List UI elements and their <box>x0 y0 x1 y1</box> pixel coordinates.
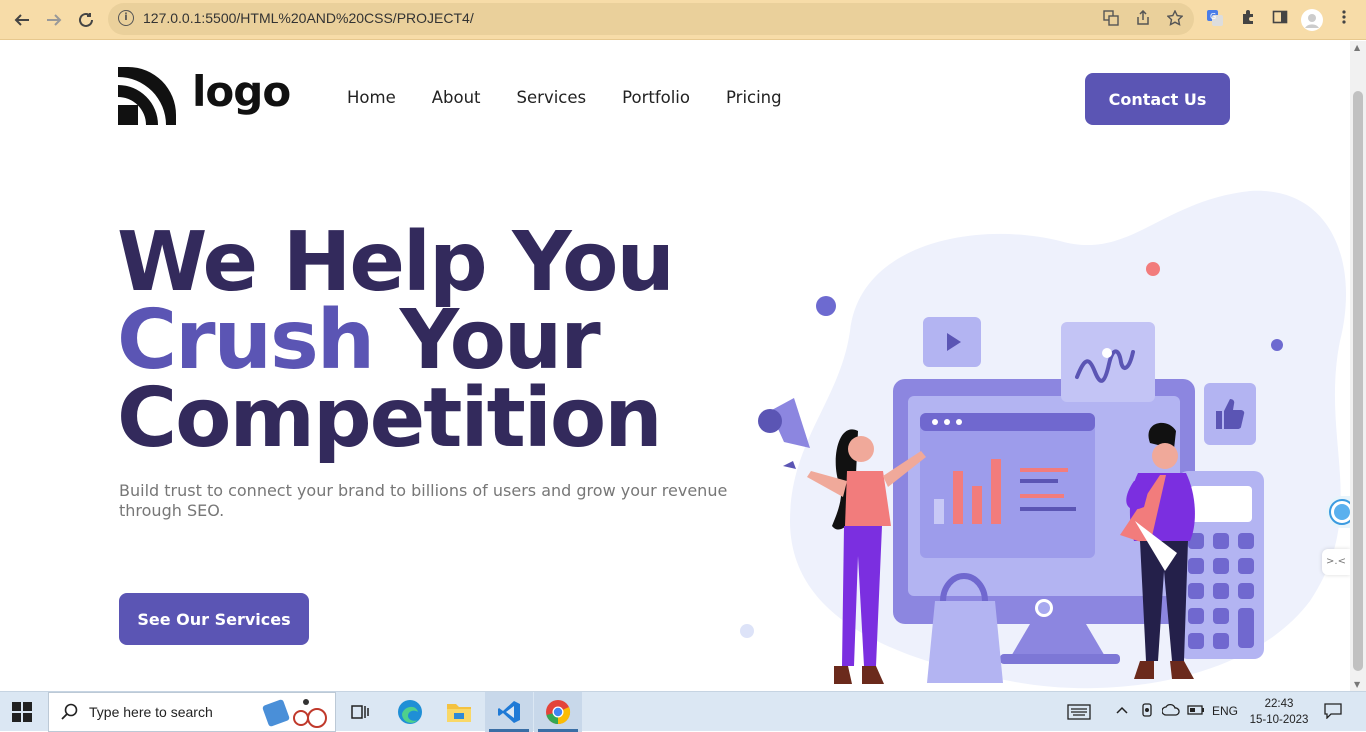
system-clock[interactable]: 22:43 15-10-2023 <box>1244 696 1314 728</box>
contact-us-button[interactable]: Contact Us <box>1085 73 1230 125</box>
main-nav: Home About Services Portfolio Pricing <box>347 88 818 107</box>
url-text[interactable]: 127.0.0.1:5500/HTML%20AND%20CSS/PROJECT4… <box>143 10 474 26</box>
logo-mark-icon <box>118 67 176 125</box>
hero-title: We Help You Crush Your Competition <box>117 222 675 460</box>
meet-now-icon[interactable] <box>1140 703 1154 722</box>
share-icon[interactable] <box>1134 9 1152 28</box>
scroll-down-icon[interactable]: ▼ <box>1354 680 1360 689</box>
browser-toolbar: i 127.0.0.1:5500/HTML%20AND%20CSS/PROJEC… <box>0 0 1366 40</box>
clock-date: 15-10-2023 <box>1249 714 1309 726</box>
search-placeholder: Type here to search <box>89 704 213 720</box>
sidepanel-icon[interactable] <box>1269 9 1291 31</box>
translate-icon[interactable] <box>1102 10 1120 28</box>
extensions-puzzle-icon[interactable] <box>1237 9 1259 31</box>
menu-dots-icon[interactable] <box>1333 9 1355 31</box>
tray-chevron-up-icon[interactable] <box>1115 703 1129 720</box>
hero-title-line3: Competition <box>117 371 663 466</box>
windows-start-icon[interactable] <box>12 702 32 722</box>
reload-icon[interactable] <box>74 8 98 32</box>
task-view-icon[interactable] <box>336 692 384 732</box>
language-indicator[interactable]: ENG <box>1212 704 1238 718</box>
bookmark-star-icon[interactable] <box>1166 9 1184 28</box>
see-services-button[interactable]: See Our Services <box>119 593 309 645</box>
scrollbar-thumb[interactable] <box>1353 91 1363 671</box>
windows-taskbar: Type here to search ENG 22:43 15-10-2023 <box>0 691 1366 732</box>
address-bar[interactable]: i 127.0.0.1:5500/HTML%20AND%20CSS/PROJEC… <box>108 3 1194 35</box>
like-card-illustration <box>1204 383 1256 445</box>
nav-pricing[interactable]: Pricing <box>726 88 782 107</box>
hero-illustration <box>740 190 1346 689</box>
play-card-illustration <box>923 317 981 367</box>
keyboard-icon[interactable] <box>1067 703 1091 724</box>
chrome-icon[interactable] <box>534 692 582 732</box>
site-info-icon[interactable]: i <box>118 10 134 26</box>
web-page: logo Home About Services Portfolio Prici… <box>0 41 1350 691</box>
side-widget-expand[interactable]: >.< <box>1322 549 1350 575</box>
search-highlight-icon <box>262 699 327 728</box>
onedrive-cloud-icon[interactable] <box>1161 703 1180 720</box>
hero-subtitle: Build trust to connect your brand to bil… <box>119 481 728 520</box>
back-icon[interactable] <box>10 8 34 32</box>
logo-text: logo <box>192 66 291 116</box>
taskbar-search-box[interactable]: Type here to search <box>48 692 336 732</box>
profile-avatar-icon[interactable] <box>1301 9 1323 31</box>
file-explorer-icon[interactable] <box>435 692 483 732</box>
decor-dot <box>1271 339 1283 351</box>
site-logo[interactable]: logo <box>118 66 291 125</box>
side-widget-s[interactable] <box>1326 496 1350 528</box>
battery-icon[interactable] <box>1187 703 1205 720</box>
vscode-icon[interactable] <box>485 692 533 732</box>
nav-about[interactable]: About <box>432 88 481 107</box>
nav-services[interactable]: Services <box>517 88 587 107</box>
nav-portfolio[interactable]: Portfolio <box>622 88 690 107</box>
google-translate-ext-icon[interactable]: G <box>1204 9 1226 31</box>
page-scrollbar[interactable]: ▲ ▼ <box>1350 41 1366 691</box>
scroll-up-icon[interactable]: ▲ <box>1354 43 1360 52</box>
svg-text:G: G <box>1210 12 1216 21</box>
decor-dot <box>740 624 754 638</box>
notification-icon[interactable] <box>1324 703 1342 722</box>
decor-dot <box>1146 262 1160 276</box>
edge-icon[interactable] <box>386 692 434 732</box>
nav-home[interactable]: Home <box>347 88 396 107</box>
forward-icon[interactable] <box>42 8 66 32</box>
analytics-card-illustration <box>1061 322 1155 402</box>
decor-dot <box>816 296 836 316</box>
search-icon <box>61 703 79 725</box>
clock-time: 22:43 <box>1264 698 1294 710</box>
